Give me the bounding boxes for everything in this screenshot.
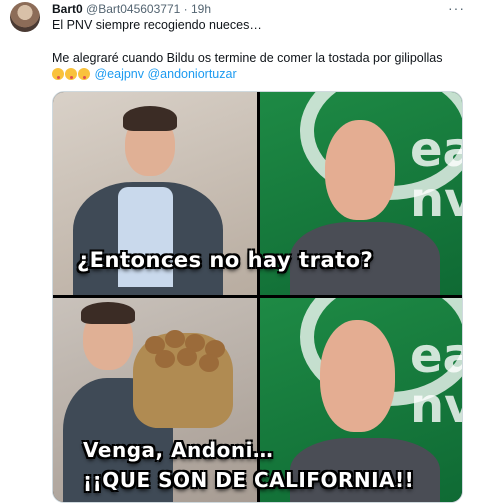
handle[interactable]: @Bart045603771 (86, 2, 180, 16)
walnut-shape (155, 350, 175, 368)
tongue-face-emoji-icon (78, 68, 90, 80)
mentions[interactable]: @eajpnv @andoniortuzar (94, 67, 236, 81)
tweet-text-line-2: Me alegraré cuando Bildu os termine de c… (52, 51, 443, 65)
caption-top: ¿Entonces no hay trato? (77, 248, 374, 272)
hair-shape (81, 302, 135, 324)
avatar[interactable] (10, 2, 40, 32)
logo-text-graphic: nv (410, 378, 462, 434)
tweet-header: Bart0 @Bart045603771 · 19h (52, 2, 211, 17)
tongue-face-emoji-icon (65, 68, 77, 80)
more-icon[interactable]: ··· (448, 0, 465, 16)
logo-text-graphic: ea (410, 122, 462, 178)
face-shape (325, 120, 395, 220)
caption-bottom-1: Venga, Andoni… (83, 438, 274, 462)
logo-text-graphic: nv (410, 172, 462, 228)
caption-bottom-2: ¡¡QUE SON DE CALIFORNIA!! (83, 468, 415, 492)
hair-shape (123, 106, 177, 131)
separator: · (183, 2, 188, 16)
display-name[interactable]: Bart0 (52, 2, 83, 16)
walnut-shape (165, 330, 185, 348)
tweet-text-line-3: @eajpnv @andoniortuzar (52, 66, 237, 82)
tweet-media[interactable]: ea nv ea nv ¿Entonces no hay trato? Veng… (52, 91, 463, 503)
tweet-text-line-1: El PNV siempre recogiendo nueces… (52, 18, 262, 32)
tongue-face-emoji-icon (52, 68, 64, 80)
shirt-shape (118, 187, 173, 287)
logo-text-graphic: ea (410, 328, 462, 384)
timestamp[interactable]: 19h (191, 2, 211, 16)
walnut-shape (199, 354, 219, 372)
walnut-shape (177, 348, 197, 366)
face-shape (320, 320, 395, 432)
